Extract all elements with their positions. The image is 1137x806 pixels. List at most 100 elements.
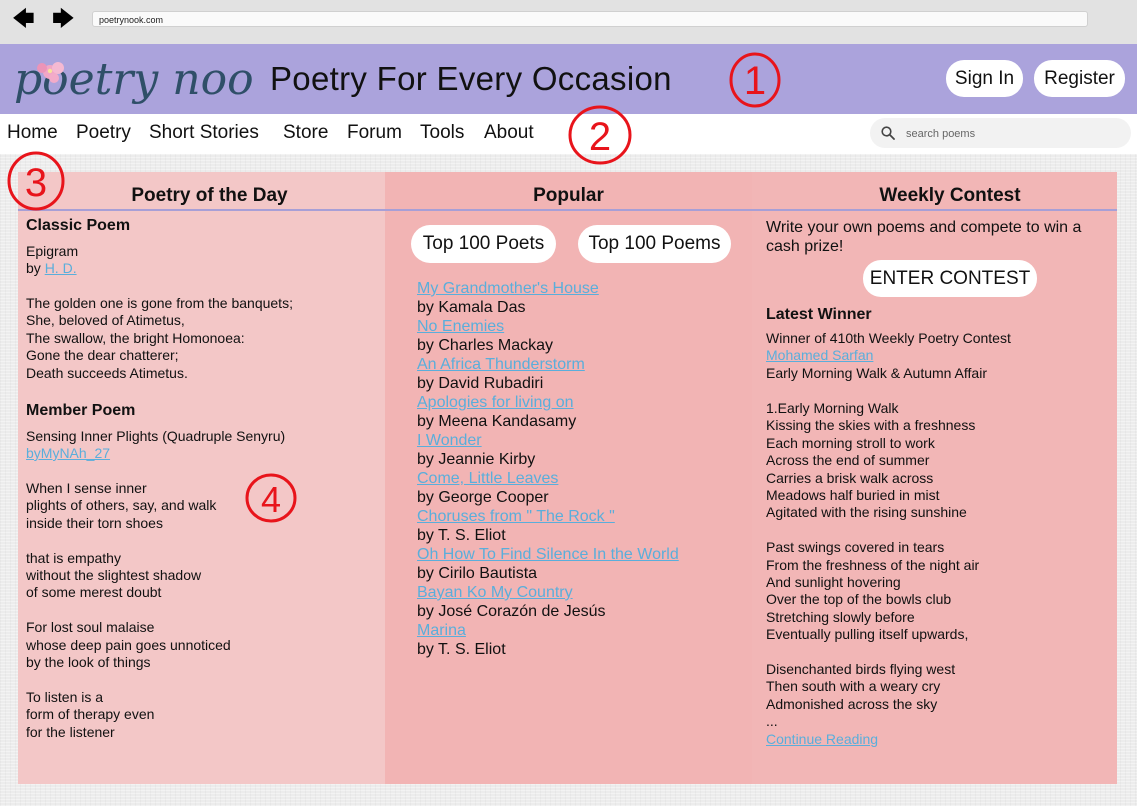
popular-poem-link[interactable]: Apologies for living on [417,393,679,412]
poem-line: From the freshness of the night air [766,556,980,573]
poem-line: Disenchanted birds flying west [766,661,956,678]
annotation-marker: 4 [245,473,297,523]
poem-line: Across the end of summer [766,452,930,469]
poem-line: whose deep pain goes unnoticed [26,636,231,653]
popular-poem-link[interactable]: Oh How To Find Silence In the World [417,545,679,564]
popular-poem-author: by Cirilo Bautista [417,565,538,582]
annotation-marker: 1 [729,52,781,108]
winner-poem-title: Early Morning Walk & Autumn Affair [766,365,987,381]
poem-line: Kissing the skies with a freshness [766,417,976,434]
popular-poem-link[interactable]: I Wonder [417,431,679,450]
annotation-number: 4 [261,479,281,520]
popular-poem-author: by Meena Kandasamy [417,413,577,430]
by-label: by [26,260,45,276]
popular-poem-link[interactable]: An Africa Thunderstorm [417,355,679,374]
popular-poem-link[interactable]: Come, Little Leaves [417,469,679,488]
register-button[interactable]: Register [1034,60,1125,97]
popular-poem-author: by José Corazón de Jesús [417,603,606,620]
poem-line: 1.Early Morning Walk [766,400,899,416]
site-logo[interactable]: poetry nook [12,50,252,110]
latest-winner-heading: Latest Winner [766,306,872,323]
popular-poem-author: by Jeannie Kirby [417,451,536,468]
poem-line: Past swings covered in tears [766,539,945,556]
poem-line: To listen is a [26,688,104,705]
poem-line: form of therapy even [26,706,155,723]
popular-poems-list: My Grandmother's House by Kamala Das No … [417,279,679,659]
poem-line: that is empathy [26,549,121,566]
weekly-contest-title: Weekly Contest [879,185,1021,206]
stanza-gap [766,644,979,661]
poem-line: The golden one is gone from the banquets… [26,295,293,311]
page-title: Poetry For Every Occasion [270,60,672,97]
poem-line: of some merest doubt [26,584,162,601]
poetry-of-the-day-title: Poetry of the Day [131,185,288,206]
nav-store[interactable]: Store [283,122,328,144]
nav-poetry[interactable]: Poetry [76,122,131,144]
popular-poem-author: by T. S. Eliot [417,527,506,544]
sign-in-button[interactable]: Sign In [946,60,1023,97]
poem-line: Each morning stroll to work [766,434,935,451]
nav-about[interactable]: About [484,122,534,144]
classic-poem-body: The golden one is gone from the banquets… [26,295,293,382]
search-input[interactable] [904,124,1118,144]
back-arrow-icon[interactable]: 🡄 [12,8,40,30]
classic-poem-author-link[interactable]: H. D. [45,260,77,276]
enter-contest-button[interactable]: ENTER CONTEST [863,260,1037,297]
popular-poem-author: by Kamala Das [417,299,526,316]
poem-line: by the look of things [26,654,151,671]
poem-line: for the listener [26,723,115,740]
poem-line: Eventually pulling itself upwards, [766,626,969,643]
poem-line: She, beloved of Atimetus, [26,312,185,329]
stanza-gap [26,602,231,619]
winner-name-link[interactable]: Mohamed Sarfan [766,347,873,364]
popular-poem-author: by T. S. Eliot [417,641,506,658]
poem-line: For lost soul malaise [26,619,155,636]
nav-short-stories[interactable]: Short Stories [149,122,259,144]
top-100-poems-button[interactable]: Top 100 Poems [578,225,731,263]
contest-intro-line: cash prize! [766,238,844,255]
poem-line: without the slightest shadow [26,567,202,584]
classic-poem-heading: Classic Poem [26,217,131,234]
poem-line: The swallow, the bright Homonoea: [26,329,245,346]
nav-forum[interactable]: Forum [347,122,402,144]
contest-intro-line: Write your own poems and compete to win … [766,219,1082,236]
nav-home[interactable]: Home [7,122,58,144]
annotation-number: 3 [25,161,47,205]
poem-line: plights of others, say, and walk [26,497,217,514]
poem-line: Agitated with the rising sunshine [766,504,967,521]
annotation-marker: 3 [7,151,65,211]
poem-line: Carries a brisk walk across [766,469,934,486]
classic-poem-title: Epigram [26,243,79,259]
popular-poem-link[interactable]: Choruses from " The Rock " [417,507,679,526]
popular-poem-link[interactable]: Marina [417,621,679,640]
winner-of-text: Winner of 410th Weekly Poetry Contest [766,330,1011,346]
poem-line: inside their torn shoes [26,514,163,531]
poem-line: Admonished across the sky [766,695,938,712]
search-icon [881,126,895,140]
address-bar[interactable]: poetrynook.com [92,11,1088,27]
poem-line: Then south with a weary cry [766,678,941,695]
poem-line: Meadows half buried in mist [766,487,940,504]
nav-tools[interactable]: Tools [420,122,464,144]
member-poem-heading: Member Poem [26,402,136,419]
stanza-gap [26,532,231,549]
section-divider [18,209,1117,211]
annotation-marker: 2 [568,105,632,165]
member-poem-title: Sensing Inner Plights (Quadruple Senyru) [26,428,286,444]
poem-line: ... [766,713,778,730]
poem-line: Stretching slowly before [766,608,915,625]
poem-line: When I sense inner [26,480,147,496]
popular-poem-link[interactable]: No Enemies [417,317,679,336]
poem-line: Over the top of the bowls club [766,591,952,608]
forward-arrow-icon[interactable]: 🡆 [52,8,80,30]
top-100-poets-button[interactable]: Top 100 Poets [411,225,556,263]
winner-poem-body: 1.Early Morning Walk Kissing the skies w… [766,400,979,748]
popular-poem-link[interactable]: Bayan Ko My Country [417,583,679,602]
annotation-number: 2 [589,115,611,159]
contest-intro: Write your own poems and compete to win … [766,218,1081,256]
popular-poem-link[interactable]: My Grandmother's House [417,279,679,298]
member-poem-author-link[interactable]: byMyNAh_27 [26,445,110,462]
popular-title: Popular [533,185,604,206]
continue-reading-link[interactable]: Continue Reading [766,731,979,748]
annotation-number: 1 [744,59,766,103]
